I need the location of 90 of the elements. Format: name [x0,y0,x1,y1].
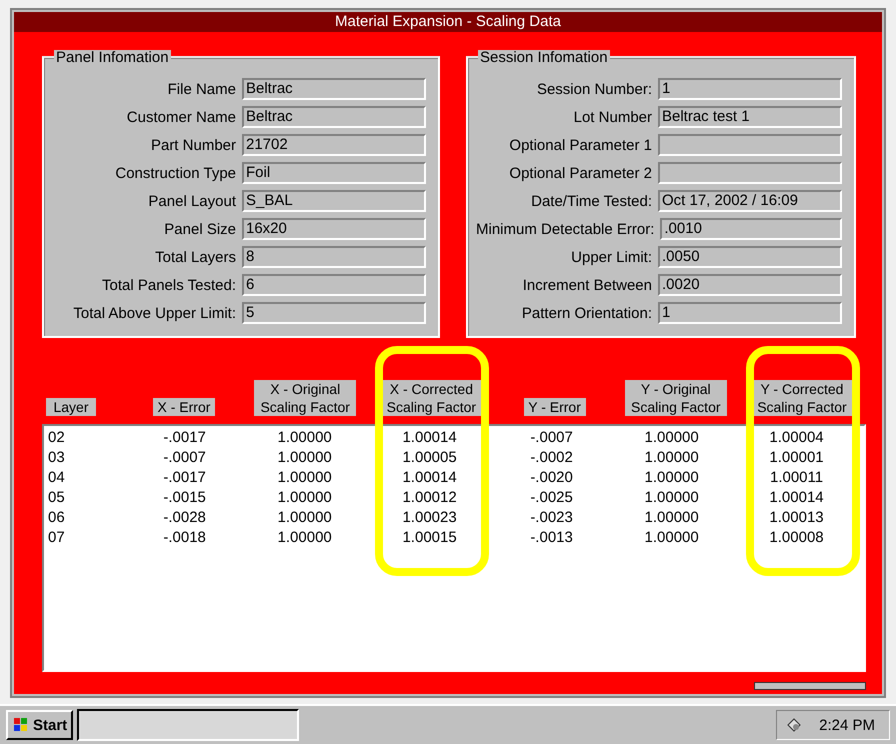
table-cell: -.0007 [163,449,206,466]
table-cell: 1.00000 [278,429,332,446]
table-cell: 1.00000 [644,429,699,446]
field-label: Optional Parameter 1 [509,136,652,154]
column-header: X - Corrected Scaling Factor [380,380,482,416]
table-cell: 1.00000 [278,449,332,466]
table-cell: -.0002 [530,449,573,466]
input-field[interactable]: 6 [242,274,426,296]
input-field[interactable]: Foil [242,162,426,184]
resize-handle[interactable] [754,682,866,690]
table-cell: 1.00000 [644,469,699,486]
input-field[interactable]: Beltrac [242,78,426,100]
table-cell: 1.00000 [644,449,699,466]
table-cell: 1.00000 [278,509,332,526]
input-field[interactable]: 1 [658,78,842,100]
field-label: Panel Layout [148,192,236,210]
field-label: Minimum Detectable Error: [476,220,654,238]
table-cell: 1.00008 [769,529,824,546]
field-label: Session Number: [536,80,652,98]
field-label: Part Number [150,136,236,154]
table-cell: -.0017 [163,429,206,446]
table-cell: 1.00000 [644,509,699,526]
table-cell: 06 [48,509,65,526]
table-cell: 1.00004 [769,429,824,446]
table-cell: 02 [48,429,65,446]
input-field[interactable]: 16x20 [242,218,426,240]
table-cell: -.0023 [530,509,573,526]
table-cell: 1.00000 [644,489,699,506]
table-cell: 03 [48,449,65,466]
table-cell: 1.00000 [278,469,332,486]
field-label: Construction Type [115,164,236,182]
table-cell: 1.00005 [402,449,457,466]
clock: 2:24 PM [819,716,875,734]
input-field[interactable]: 1 [658,302,842,324]
table-cell: 1.00000 [278,489,332,506]
taskbar-slot[interactable] [77,709,300,741]
input-field[interactable]: Oct 17, 2002 / 16:09 [658,190,842,212]
start-button[interactable]: Start [6,710,74,740]
table-cell: 1.00001 [769,449,824,466]
table-cell: 1.00014 [402,469,457,486]
windows-logo-icon [12,717,30,733]
table-cell: -.0007 [530,429,573,446]
table-cell: 1.00013 [769,509,824,526]
input-field[interactable]: .0050 [658,246,842,268]
table-cell: -.0017 [163,469,206,486]
table-cell: -.0020 [530,469,573,486]
field-label: Increment Between [522,276,652,294]
column-header: X - Original Scaling Factor [254,380,356,416]
column-header: Y - Error [524,398,586,416]
table-cell: 1.00011 [770,469,824,486]
input-field[interactable]: 8 [242,246,426,268]
column-header: X - Error [152,398,215,416]
input-field[interactable]: .0020 [658,274,842,296]
input-field[interactable] [658,162,842,184]
table-cell: 1.00012 [402,489,457,506]
field-label: Total Panels Tested: [102,276,236,294]
table-cell: -.0013 [530,529,573,546]
table-cell: 04 [48,469,65,486]
field-label: Panel Size [164,220,236,238]
input-field[interactable]: 21702 [242,134,426,156]
table-cell: -.0015 [163,489,206,506]
field-label: Date/Time Tested: [531,192,652,210]
input-field[interactable]: .0010 [660,218,842,240]
table-cell: 05 [48,489,65,506]
table-cell: -.0028 [163,509,206,526]
table-cell: 1.00000 [278,529,332,546]
window-title: Material Expansion - Scaling Data [14,12,882,32]
input-field[interactable]: Beltrac [242,106,426,128]
input-field[interactable] [658,134,842,156]
table-cell: 1.00014 [402,429,457,446]
column-header: Y - Original Scaling Factor [624,380,727,416]
column-header: Layer [46,398,96,416]
table-cell: 1.00014 [769,489,824,506]
field-label: Optional Parameter 2 [509,164,652,182]
input-field[interactable]: Beltrac test 1 [658,106,842,128]
field-label: Customer Name [126,108,236,126]
field-label: Total Layers [155,248,236,266]
field-label: Lot Number [574,108,652,126]
field-label: File Name [168,80,236,98]
table-cell: 1.00015 [402,529,457,546]
input-field[interactable]: 5 [242,302,426,324]
table-cell: 1.00000 [644,529,699,546]
table-cell: -.0018 [163,529,206,546]
input-field[interactable]: S_BAL [242,190,426,212]
field-label: Pattern Orientation: [522,304,652,322]
field-label: Upper Limit: [571,248,652,266]
table-cell: -.0025 [530,489,573,506]
field-label: Total Above Upper Limit: [73,304,236,322]
table-cell: 1.00023 [402,509,457,526]
table-cell: 07 [48,529,65,546]
